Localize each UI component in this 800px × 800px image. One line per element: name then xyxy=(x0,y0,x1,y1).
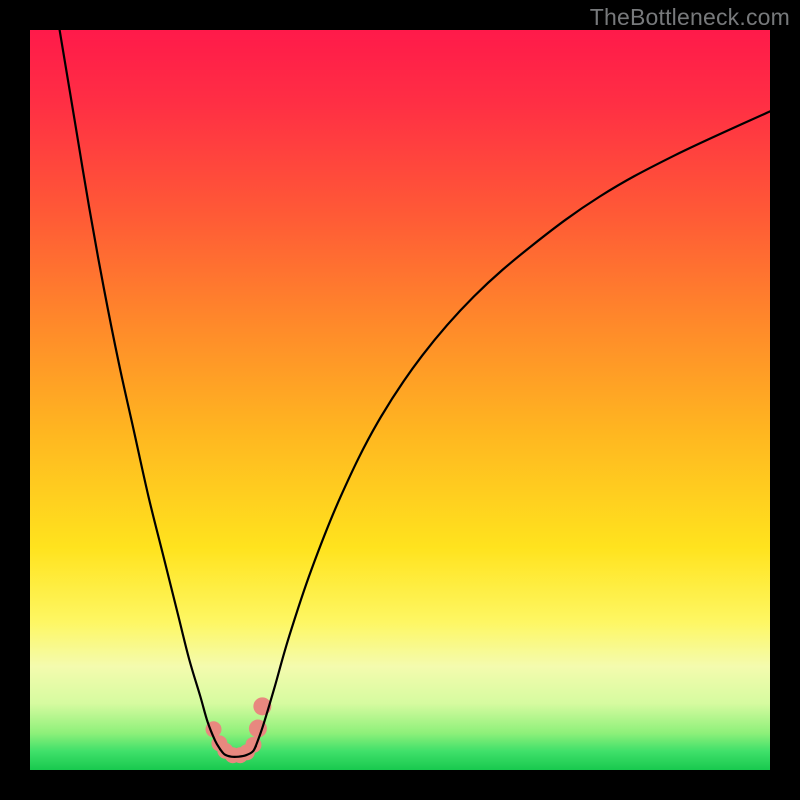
bottleneck-curve xyxy=(30,30,770,770)
curve-left-branch xyxy=(60,30,221,749)
outer-frame: TheBottleneck.com xyxy=(0,0,800,800)
plot-area xyxy=(30,30,770,770)
curve-right-branch xyxy=(256,111,770,746)
watermark-text: TheBottleneck.com xyxy=(590,4,790,31)
